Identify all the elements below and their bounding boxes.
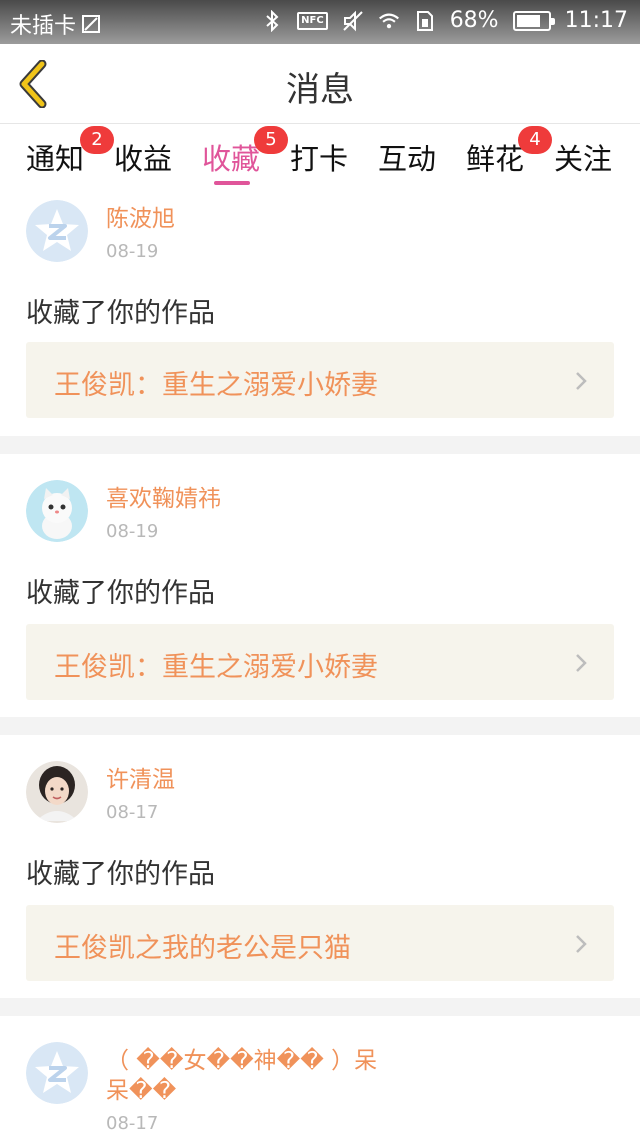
divider	[0, 998, 640, 1016]
chevron-right-icon	[576, 935, 587, 953]
user-name[interactable]: 许清温	[106, 765, 175, 795]
action-text: 收藏了你的作品	[26, 578, 215, 609]
no-sim-icon	[80, 13, 102, 35]
default-avatar-icon	[26, 200, 88, 262]
nav-bar: 消息	[0, 44, 640, 124]
work-title: 王俊凯：重生之溺爱小娇妻	[54, 652, 378, 683]
tab-bar: 通知 2 收益 收藏 5 打卡 互动 鲜花 4 关注	[0, 124, 640, 190]
divider	[0, 717, 640, 735]
bluetooth-icon	[261, 9, 283, 32]
work-title: 王俊凯：重生之溺爱小娇妻	[54, 370, 378, 401]
mute-icon	[342, 10, 364, 32]
clock: 11:17	[564, 8, 628, 33]
carrier-text: 未插卡	[10, 14, 77, 39]
tab-favorites[interactable]: 收藏 5	[202, 126, 288, 178]
cat-avatar-icon	[26, 480, 88, 542]
wifi-icon	[378, 10, 400, 32]
battery-icon	[512, 10, 555, 31]
message-date: 08-19	[106, 521, 159, 542]
user-name-line-1: （ ��女��神�� ）呆	[106, 1048, 378, 1074]
active-tab-indicator	[214, 181, 250, 185]
girl-photo-avatar-icon	[26, 761, 88, 823]
avatar[interactable]	[26, 480, 88, 542]
action-text: 收藏了你的作品	[26, 298, 215, 329]
sd-card-icon	[414, 10, 436, 32]
avatar[interactable]	[26, 200, 88, 262]
tab-notifications[interactable]: 通知 2	[26, 126, 114, 178]
page-title: 消息	[286, 70, 354, 110]
tab-checkin[interactable]: 打卡	[290, 136, 348, 178]
chevron-right-icon	[576, 372, 587, 390]
divider	[0, 436, 640, 454]
message-date: 08-19	[106, 241, 159, 262]
message-card: 喜欢鞠婧祎 08-19 收藏了你的作品 王俊凯：重生之溺爱小娇妻	[0, 454, 640, 718]
chevron-right-icon	[576, 654, 587, 672]
tab-earnings[interactable]: 收益	[114, 136, 172, 178]
notifications-badge: 2	[80, 126, 114, 154]
work-title: 王俊凯之我的老公是只猫	[54, 933, 351, 964]
message-card: 陈波旭 08-19 收藏了你的作品 王俊凯：重生之溺爱小娇妻	[0, 190, 640, 436]
flowers-badge: 4	[518, 126, 552, 154]
nfc-icon: NFC	[297, 11, 328, 30]
work-link[interactable]: 王俊凯：重生之溺爱小娇妻	[26, 342, 614, 418]
user-name[interactable]: 陈波旭	[106, 204, 175, 234]
action-text: 收藏了你的作品	[26, 859, 215, 890]
user-name[interactable]: 喜欢鞠婧祎	[106, 484, 221, 514]
default-avatar-icon	[26, 1042, 88, 1104]
user-name[interactable]: （ ��女��神�� ）呆 呆��	[106, 1046, 377, 1106]
battery-percent: 68%	[449, 8, 499, 33]
avatar[interactable]	[26, 1042, 88, 1104]
message-date: 08-17	[106, 1113, 159, 1134]
user-name-line-2: 呆��	[106, 1078, 177, 1104]
message-date: 08-17	[106, 802, 159, 823]
message-card: 许清温 08-17 收藏了你的作品 王俊凯之我的老公是只猫	[0, 735, 640, 999]
message-card: （ ��女��神�� ）呆 呆�� 08-17	[0, 1016, 640, 1138]
tab-flowers[interactable]: 鲜花 4	[466, 126, 552, 178]
tab-follow[interactable]: 关注	[554, 136, 612, 178]
status-bar: 未插卡 NFC 68% 11:17	[0, 0, 640, 44]
work-link[interactable]: 王俊凯之我的老公是只猫	[26, 905, 614, 981]
avatar[interactable]	[26, 761, 88, 823]
favorites-badge: 5	[254, 126, 288, 154]
tab-interaction[interactable]: 互动	[378, 136, 436, 178]
work-link[interactable]: 王俊凯：重生之溺爱小娇妻	[26, 624, 614, 700]
